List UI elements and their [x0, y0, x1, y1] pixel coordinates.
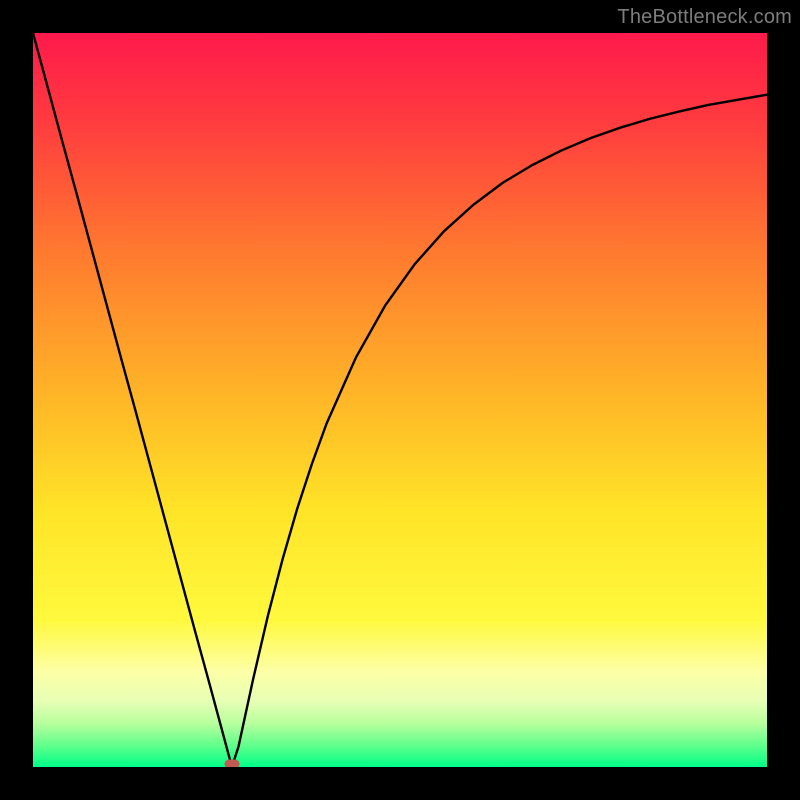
curve-line	[33, 33, 767, 767]
bottleneck-marker	[224, 760, 239, 767]
plot-area	[33, 33, 767, 767]
watermark-text: TheBottleneck.com	[617, 6, 792, 29]
chart-frame: TheBottleneck.com	[0, 0, 800, 800]
